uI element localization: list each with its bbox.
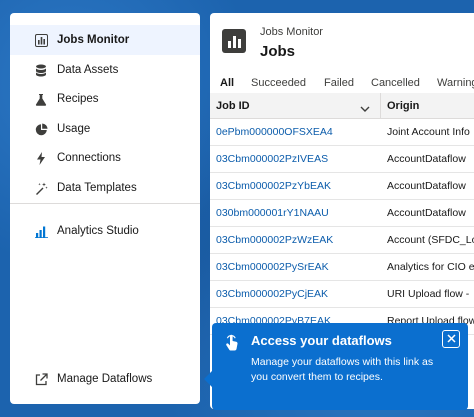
job-id-link[interactable]: 03Cbm000002PzWzEAK [216, 227, 333, 254]
sidebar-item-usage[interactable]: Usage [10, 114, 200, 144]
sidebar-nav: Jobs Monitor Data Assets Recipes Usage C… [10, 13, 200, 404]
table-row: 03Cbm000002PzIVEAS AccountDataflow [210, 146, 474, 173]
magic-wand-icon [34, 181, 48, 195]
origin-cell: Joint Account Info [387, 126, 470, 138]
job-id-link[interactable]: 03Cbm000002PzYbEAK [216, 173, 331, 200]
table-row: 0ePbm000000OFSXEA4 Joint Account Info [210, 119, 474, 146]
tap-hand-icon [224, 333, 240, 358]
table-row: 03Cbm000002PyCjEAK URI Upload flow - [210, 281, 474, 308]
sidebar-item-label: Usage [57, 123, 91, 135]
sidebar-item-label: Recipes [57, 93, 99, 105]
table-row: 03Cbm000002PzYbEAK AccountDataflow [210, 173, 474, 200]
origin-cell: URI Upload flow - [387, 288, 470, 300]
sidebar-item-label: Connections [57, 152, 121, 164]
popover-title: Access your dataflows [251, 333, 392, 348]
sidebar-divider [10, 203, 200, 204]
sidebar-item-recipes[interactable]: Recipes [10, 84, 200, 114]
page-subtitle: Jobs Monitor [260, 26, 323, 38]
job-id-link[interactable]: 030bm000001rY1NAAU [216, 200, 329, 227]
origin-cell: Analytics for CIO e [387, 261, 474, 273]
close-button[interactable] [442, 330, 460, 348]
close-icon [446, 330, 456, 348]
chevron-down-icon[interactable] [360, 101, 370, 119]
table-row: 030bm000001rY1NAAU AccountDataflow [210, 200, 474, 227]
sidebar-item-jobs-monitor[interactable]: Jobs Monitor [10, 25, 200, 55]
lightning-icon [34, 151, 48, 165]
manage-dataflows-link[interactable]: Manage Dataflows [10, 364, 200, 394]
flask-icon [34, 92, 48, 106]
pie-chart-icon [34, 122, 48, 136]
origin-cell: AccountDataflow [387, 207, 466, 219]
origin-cell: AccountDataflow [387, 180, 466, 192]
sidebar-item-label: Data Templates [57, 182, 137, 194]
jobs-monitor-icon [34, 33, 48, 47]
access-dataflows-popover: Access your dataflows Manage your datafl… [204, 323, 468, 410]
database-icon [34, 63, 48, 77]
column-header-job-id[interactable]: Job ID [216, 93, 250, 119]
job-id-link[interactable]: 03Cbm000002PyCjEAK [216, 281, 328, 308]
origin-cell: Account (SFDC_Lo [387, 234, 474, 246]
table-row: 03Cbm000002PzWzEAK Account (SFDC_Lo [210, 227, 474, 254]
jobs-header-icon [222, 29, 246, 53]
popover-arrow [204, 371, 212, 387]
job-id-link[interactable]: 03Cbm000002PzIVEAS [216, 146, 328, 173]
table-header: Job ID Origin [210, 93, 474, 119]
analytics-studio-icon [34, 224, 48, 238]
sidebar-item-data-templates[interactable]: Data Templates [10, 173, 200, 203]
manage-dataflows-label: Manage Dataflows [57, 373, 153, 385]
job-id-link[interactable]: 0ePbm000000OFSXEA4 [216, 119, 333, 146]
sidebar-item-label: Analytics Studio [57, 225, 139, 237]
sidebar-item-analytics-studio[interactable]: Analytics Studio [10, 216, 200, 246]
sidebar-item-data-assets[interactable]: Data Assets [10, 55, 200, 85]
column-header-origin[interactable]: Origin [387, 93, 419, 119]
sidebar-item-connections[interactable]: Connections [10, 143, 200, 173]
column-divider[interactable] [380, 93, 381, 119]
sidebar-item-label: Data Assets [57, 64, 119, 76]
popover-body: Manage your dataflows with this link as … [251, 356, 434, 383]
external-link-icon [34, 372, 48, 386]
job-id-link[interactable]: 03Cbm000002PySrEAK [216, 254, 329, 281]
table-row: 03Cbm000002PySrEAK Analytics for CIO e [210, 254, 474, 281]
page-title: Jobs [260, 43, 296, 60]
origin-cell: AccountDataflow [387, 153, 466, 165]
sidebar-item-label: Jobs Monitor [57, 34, 130, 46]
